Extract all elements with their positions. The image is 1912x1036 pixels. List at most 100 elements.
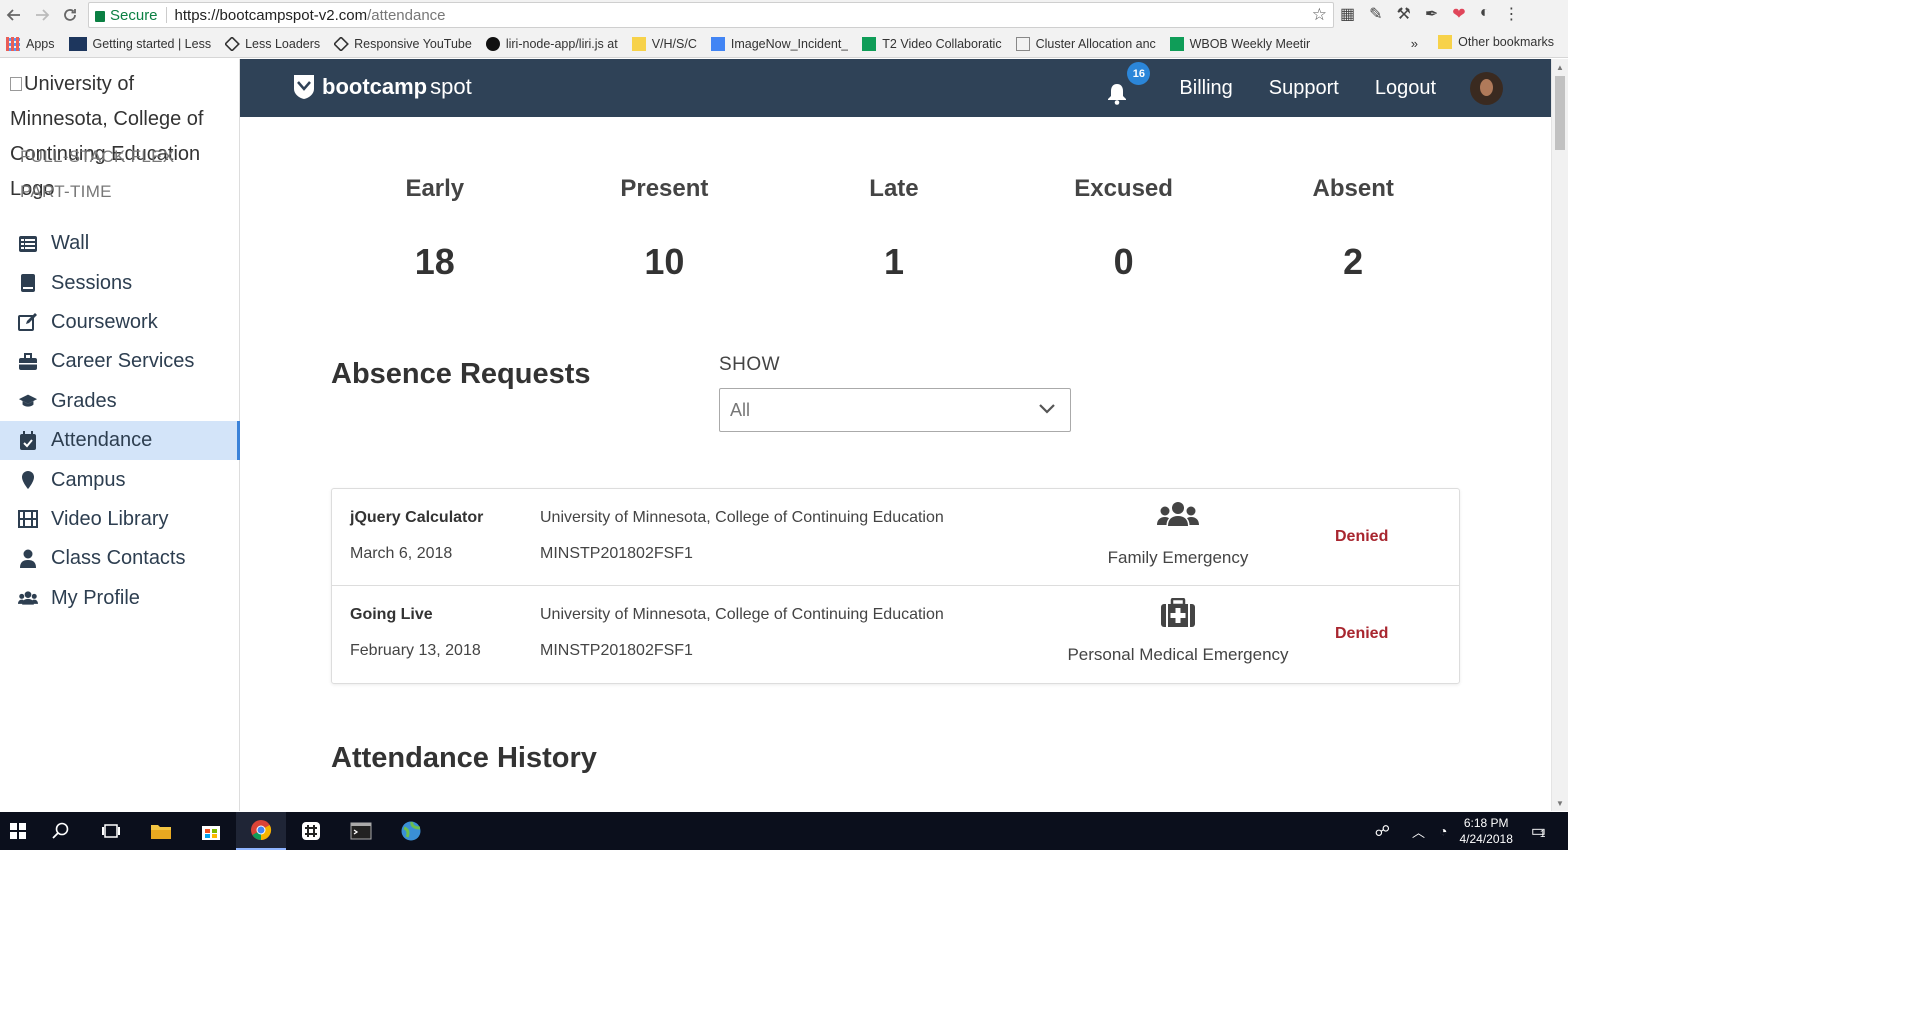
sidebar-item-attendance[interactable]: Attendance bbox=[0, 420, 240, 461]
action-center-icon[interactable]: ▭ 1 bbox=[1531, 821, 1546, 841]
bookmark-item[interactable]: V/H/S/C bbox=[631, 36, 697, 51]
taskbar-clock[interactable]: 6:18 PM 4/24/2018 bbox=[1459, 815, 1512, 847]
sidebar-item-campus[interactable]: Campus bbox=[0, 460, 240, 499]
back-icon[interactable] bbox=[0, 1, 28, 29]
windows-start-icon[interactable] bbox=[0, 812, 36, 850]
reload-icon[interactable] bbox=[56, 1, 84, 29]
absence-requests-table: jQuery Calculator March 6, 2018 Universi… bbox=[331, 488, 1460, 684]
sidebar-item-my-profile[interactable]: My Profile bbox=[0, 579, 240, 618]
show-label: SHOW bbox=[719, 354, 781, 375]
show-filter-select[interactable]: All bbox=[719, 388, 1071, 432]
stat-present: Present 10 bbox=[620, 175, 709, 282]
header-nav: 16 Billing Support Logout bbox=[1105, 59, 1551, 117]
bookmark-item[interactable]: Responsive YouTube bbox=[334, 36, 472, 51]
sheets-icon bbox=[862, 36, 877, 51]
refresh-extension-icon[interactable]: ◐ bbox=[1480, 4, 1490, 24]
stat-early: Early 18 bbox=[405, 175, 465, 282]
sidebar-item-wall[interactable]: Wall bbox=[0, 224, 240, 263]
network-globe-icon[interactable] bbox=[386, 812, 436, 850]
browser-toolbar: Secure https://bootcampspot-v2.com/atten… bbox=[0, 0, 1568, 30]
store-icon[interactable] bbox=[186, 812, 236, 850]
sidebar-item-career-services[interactable]: Career Services bbox=[0, 342, 240, 381]
task-view-icon[interactable] bbox=[86, 812, 136, 850]
request-reason: Family Emergency bbox=[1107, 548, 1249, 567]
bell-icon bbox=[1108, 84, 1127, 105]
request-date: March 6, 2018 bbox=[350, 545, 453, 562]
scrollbar-thumb[interactable] bbox=[1555, 76, 1565, 150]
terminal-icon[interactable] bbox=[336, 812, 386, 850]
program-name: FULL-STACK FLEX PART-TIME bbox=[20, 147, 175, 201]
docs-icon bbox=[710, 36, 725, 51]
app-header: bootcamp spot 16 Billing Support Logout bbox=[240, 59, 1551, 117]
edit-icon bbox=[18, 312, 38, 332]
scroll-up-icon[interactable]: ▲ bbox=[1556, 63, 1564, 72]
stat-late: Late 1 bbox=[869, 175, 919, 282]
bookmark-item[interactable]: liri-node-app/liri.js at bbox=[485, 36, 618, 51]
address-bar[interactable]: Secure https://bootcampspot-v2.com/atten… bbox=[88, 2, 1334, 28]
attendance-stats: Early 18 Present 10 Late 1 Excused 0 Abs… bbox=[320, 175, 1468, 283]
logout-link[interactable]: Logout bbox=[1375, 77, 1436, 100]
request-cohort-code: MINSTP201802FSF1 bbox=[540, 545, 693, 562]
apps-grid-icon bbox=[6, 36, 20, 51]
notification-badge: 16 bbox=[1127, 62, 1151, 85]
file-explorer-icon[interactable] bbox=[136, 812, 186, 850]
users-icon bbox=[1157, 501, 1199, 531]
stat-absent: Absent 2 bbox=[1312, 175, 1394, 282]
users-icon bbox=[18, 588, 38, 608]
windows-taskbar: ☍ ︿ ◔ 6:18 PM 4/24/2018 ▭ 1 bbox=[0, 812, 1568, 850]
notifications-button[interactable]: 16 bbox=[1105, 62, 1151, 105]
sidebar-item-class-contacts[interactable]: Class Contacts bbox=[0, 539, 240, 578]
billing-link[interactable]: Billing bbox=[1179, 77, 1232, 100]
pocket-extension-icon[interactable]: ❤ bbox=[1452, 4, 1465, 24]
chrome-menu-icon[interactable]: ⋮ bbox=[1503, 4, 1519, 24]
request-school: University of Minnesota, College of Cont… bbox=[540, 509, 944, 526]
avatar[interactable] bbox=[1470, 71, 1503, 105]
bookmark-item[interactable]: Cluster Allocation anc bbox=[1015, 36, 1156, 51]
sidebar: University of Minnesota, College of Cont… bbox=[0, 59, 240, 811]
slack-icon[interactable] bbox=[286, 812, 336, 850]
secure-indicator: Secure bbox=[95, 7, 158, 24]
file-icon bbox=[631, 36, 646, 51]
film-extension-icon[interactable]: ▦ bbox=[1340, 4, 1355, 24]
pipette-extension-icon[interactable]: ✒ bbox=[1425, 4, 1438, 24]
chevron-up-icon[interactable]: ︿ bbox=[1412, 822, 1425, 841]
medkit-icon bbox=[1157, 598, 1199, 628]
sidebar-item-sessions[interactable]: Sessions bbox=[0, 263, 240, 302]
sidebar-item-video-library[interactable]: Video Library bbox=[0, 500, 240, 539]
other-bookmarks[interactable]: Other bookmarks bbox=[1438, 35, 1554, 49]
map-marker-icon bbox=[18, 470, 38, 490]
chrome-icon[interactable] bbox=[236, 812, 286, 850]
bookmark-item[interactable]: T2 Video Collaboratic bbox=[862, 36, 1002, 51]
hammer-extension-icon[interactable]: ⚒ bbox=[1397, 4, 1411, 24]
status-badge: Denied bbox=[1335, 528, 1389, 545]
support-link[interactable]: Support bbox=[1269, 77, 1339, 100]
bookmark-item[interactable]: ImageNow_Incident_ bbox=[710, 36, 848, 51]
bookmarks-bar: Apps Getting started | Less Less Loaders… bbox=[0, 30, 1568, 58]
people-icon[interactable]: ☍ bbox=[1375, 822, 1390, 840]
action-center-badge: 1 bbox=[1539, 829, 1546, 840]
request-date: February 13, 2018 bbox=[350, 642, 481, 659]
more-bookmarks-button[interactable]: » bbox=[1411, 36, 1418, 51]
stat-excused: Excused 0 bbox=[1074, 175, 1173, 282]
page-scrollbar[interactable]: ▲ ▼ bbox=[1551, 59, 1568, 811]
bookmark-item[interactable]: Getting started | Less bbox=[68, 36, 211, 51]
bookmark-item[interactable]: Less Loaders bbox=[225, 36, 320, 51]
request-school: University of Minnesota, College of Cont… bbox=[540, 606, 944, 623]
main-content: Early 18 Present 10 Late 1 Excused 0 Abs… bbox=[240, 117, 1551, 811]
eyedropper-extension-icon[interactable]: ✎ bbox=[1369, 4, 1382, 24]
forward-icon[interactable] bbox=[28, 1, 56, 29]
bookmark-star-icon[interactable]: ☆ bbox=[1312, 5, 1327, 25]
bookmark-apps[interactable]: Apps bbox=[6, 36, 55, 51]
wifi-icon[interactable]: ◔ bbox=[1439, 823, 1447, 839]
sidebar-item-grades[interactable]: Grades bbox=[0, 382, 240, 421]
search-icon[interactable] bbox=[36, 812, 86, 850]
request-cohort-code: MINSTP201802FSF1 bbox=[540, 642, 693, 659]
table-row[interactable]: Going Live February 13, 2018 University … bbox=[332, 586, 1459, 683]
bootcampspot-logo[interactable]: bootcamp spot bbox=[292, 73, 472, 101]
scroll-down-icon[interactable]: ▼ bbox=[1556, 799, 1564, 808]
page-icon bbox=[1015, 36, 1030, 51]
graduation-cap-icon bbox=[18, 391, 38, 411]
table-row[interactable]: jQuery Calculator March 6, 2018 Universi… bbox=[332, 489, 1459, 586]
sidebar-item-coursework[interactable]: Coursework bbox=[0, 303, 240, 342]
bookmark-item[interactable]: WBOB Weekly Meetir bbox=[1169, 36, 1310, 51]
